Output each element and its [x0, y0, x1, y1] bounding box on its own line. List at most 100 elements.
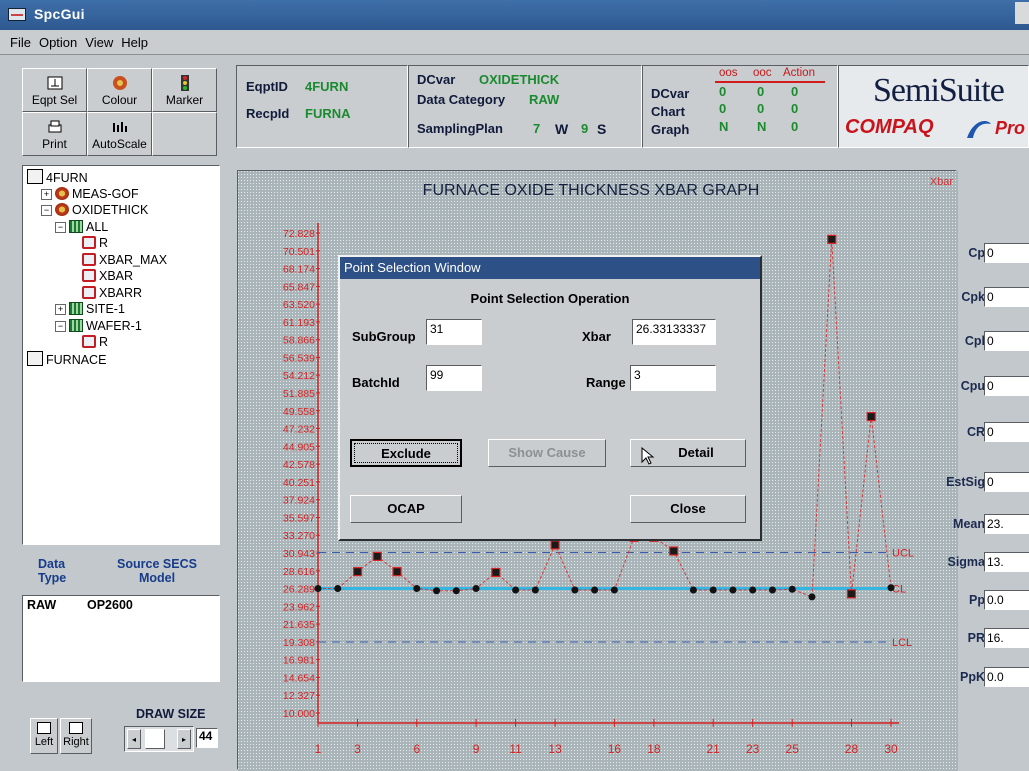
tree-node[interactable]: FURNACE	[27, 350, 106, 367]
stat-label: Sigma	[947, 555, 985, 569]
stat-value[interactable]: 16.	[984, 628, 1029, 648]
data-point[interactable]	[768, 586, 776, 594]
stat-value[interactable]: 0	[984, 331, 1029, 351]
colour-button[interactable]: Colour	[87, 68, 152, 112]
data-point[interactable]	[550, 540, 560, 550]
stat-value[interactable]: 0	[984, 287, 1029, 307]
data-point[interactable]	[709, 586, 717, 594]
data-point[interactable]	[512, 586, 520, 594]
show-cause-button[interactable]: Show Cause	[488, 439, 606, 467]
data-point[interactable]	[591, 586, 599, 594]
data-point[interactable]	[472, 584, 480, 592]
scroll-right-icon[interactable]: ▸	[177, 729, 191, 749]
data-point[interactable]	[866, 411, 876, 422]
menu-view[interactable]: View	[81, 35, 117, 50]
stat-value[interactable]: 0.0	[984, 667, 1029, 687]
dcvar-value: OXIDETHICK	[479, 72, 560, 87]
stat-mean: Mean 23.	[953, 514, 1029, 536]
data-point[interactable]	[749, 586, 757, 594]
stat-value[interactable]: 0	[984, 422, 1029, 442]
status-row-chart: Chart	[651, 104, 685, 119]
collapse-icon[interactable]: −	[55, 320, 66, 332]
tree-node[interactable]: − WAFER-1	[55, 318, 142, 334]
scroll-left-icon[interactable]: ◂	[127, 729, 141, 749]
collapse-icon[interactable]: −	[41, 205, 52, 216]
draw-size-value[interactable]: 44	[196, 728, 218, 748]
y-tick-label: 16.981	[283, 655, 315, 667]
subgroup-input[interactable]: 31	[426, 319, 482, 345]
flower-icon	[55, 203, 69, 216]
eqpt-info-box: EqptID 4FURN RecpId FURNA	[236, 65, 408, 148]
dialog-title[interactable]: Point Selection Window	[340, 257, 760, 279]
data-point[interactable]	[452, 587, 460, 595]
data-point[interactable]	[689, 586, 697, 594]
stat-value[interactable]: 13.	[984, 552, 1029, 572]
tree-node[interactable]: R	[82, 235, 108, 251]
menu-help[interactable]: Help	[117, 35, 152, 50]
data-point[interactable]	[729, 586, 737, 594]
tree-node[interactable]: R	[82, 334, 108, 350]
data-point[interactable]	[887, 584, 895, 592]
menu-file[interactable]: File	[6, 35, 35, 50]
stat-value[interactable]: 0.0	[984, 590, 1029, 610]
data-point[interactable]	[352, 567, 363, 577]
stat-cpk: Cpk 0	[961, 287, 1029, 309]
expand-icon[interactable]: +	[55, 304, 66, 315]
autoscale-button[interactable]: AutoScale	[87, 112, 152, 156]
close-button[interactable]: Close	[630, 495, 746, 523]
minimize-button[interactable]	[1015, 2, 1029, 24]
data-point[interactable]	[531, 586, 539, 594]
right-arrow-icon	[69, 722, 83, 734]
menu-option[interactable]: Option	[35, 35, 81, 50]
title-bar[interactable]: SpcGui	[0, 0, 1029, 30]
eqpt-sel-button[interactable]: Eqpt Sel	[22, 68, 87, 112]
marker-button[interactable]: Marker	[152, 68, 217, 112]
range-input[interactable]: 3	[630, 365, 716, 391]
data-point[interactable]	[827, 234, 837, 244]
tree-node[interactable]: + MEAS-GOF	[41, 186, 139, 202]
data-point[interactable]	[433, 587, 441, 595]
sampling-n2: 9	[581, 121, 589, 136]
data-point[interactable]	[571, 586, 579, 594]
equipment-tree[interactable]: 4FURN + MEAS-GOF − OXIDETHICK − ALL R XBAR_MAX XB…	[22, 165, 220, 545]
tree-node[interactable]: − ALL	[55, 219, 108, 235]
xbar-input[interactable]: 26.33133337	[632, 319, 716, 345]
y-tick-label: 10.000	[283, 708, 315, 720]
tree-node-label: R	[99, 335, 109, 349]
data-point[interactable]	[491, 567, 501, 578]
expand-icon[interactable]: +	[41, 188, 52, 200]
tree-node[interactable]: − OXIDETHICK	[41, 202, 148, 218]
data-point[interactable]	[610, 586, 618, 594]
tree-node[interactable]: 4FURN	[27, 169, 88, 185]
ocap-button[interactable]: OCAP	[350, 495, 462, 523]
tree-node[interactable]: XBAR_MAX	[82, 252, 167, 268]
batchid-input[interactable]: 99	[426, 365, 482, 391]
y-tick-label: 40.251	[283, 477, 315, 489]
tree-node[interactable]: XBARR	[82, 285, 142, 301]
left-button[interactable]: Left	[30, 718, 58, 754]
tree-node[interactable]: XBAR	[82, 268, 133, 284]
tree-node[interactable]: + SITE-1	[55, 301, 125, 317]
stat-value[interactable]: 0	[984, 472, 1029, 492]
stat-value[interactable]: 0	[984, 243, 1029, 263]
collapse-icon[interactable]: −	[55, 221, 66, 233]
right-button[interactable]: Right	[60, 718, 92, 754]
data-point[interactable]	[314, 584, 322, 592]
y-tick-label: 26.289	[283, 584, 315, 596]
data-point[interactable]	[334, 584, 342, 592]
stat-value[interactable]: 23.	[984, 514, 1029, 534]
palette-icon	[112, 76, 127, 90]
draw-size-scrollbar[interactable]: ◂ ▸	[124, 726, 194, 752]
stat-value[interactable]: 0	[984, 376, 1029, 396]
data-point[interactable]	[413, 584, 421, 592]
scroll-thumb[interactable]	[145, 729, 165, 749]
data-point[interactable]	[372, 551, 382, 561]
data-point[interactable]	[392, 567, 402, 577]
data-point[interactable]	[788, 585, 796, 593]
data-point[interactable]	[669, 546, 679, 556]
print-button[interactable]: Print	[22, 112, 87, 156]
data-point[interactable]	[808, 593, 816, 601]
exclude-button[interactable]: Exclude	[350, 439, 462, 467]
detail-button[interactable]: Detail	[630, 439, 746, 467]
data-point[interactable]	[846, 589, 857, 599]
